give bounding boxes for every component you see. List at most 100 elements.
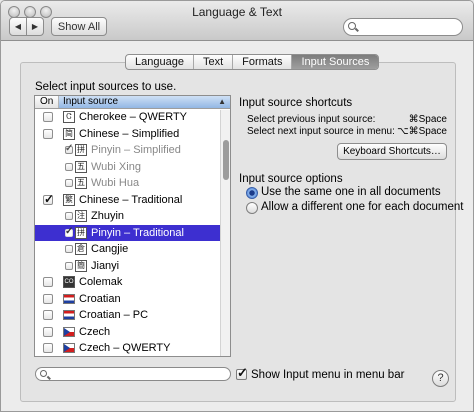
czech-flag-icon: [63, 326, 75, 337]
list-item[interactable]: 五 Wubi Xing: [35, 159, 230, 176]
show-all-button[interactable]: Show All: [51, 17, 107, 36]
next-source-label: Select next input source in menu:: [247, 126, 395, 137]
enable-checkbox[interactable]: [65, 245, 73, 253]
different-source-label[interactable]: Allow a different one for each document: [261, 201, 463, 213]
show-input-menu-checkbox[interactable]: [236, 365, 248, 381]
enable-checkbox[interactable]: [43, 293, 53, 304]
list-item[interactable]: Czech – QWERTY: [35, 340, 230, 356]
title-bar: Language & Text ◀ ▶ Show All: [1, 1, 473, 41]
list-item-label: Colemak: [79, 276, 123, 288]
list-header: On Input source ▲: [35, 96, 230, 109]
tab-formats[interactable]: Formats: [233, 55, 293, 69]
list-item-label: Pinyin – Traditional: [91, 226, 184, 239]
keyboard-shortcuts-button[interactable]: Keyboard Shortcuts…: [337, 143, 447, 160]
chinese-traditional-icon: 繁: [63, 193, 75, 206]
column-input-source[interactable]: Input source ▲: [59, 96, 230, 108]
list-item[interactable]: CO Colemak: [35, 274, 230, 291]
tab-text[interactable]: Text: [194, 55, 234, 69]
forward-arrow-icon: ▶: [31, 22, 39, 31]
list-item-label: Pinyin – Simplified: [91, 144, 181, 156]
search-field[interactable]: [343, 18, 463, 36]
tab-language[interactable]: Language: [126, 55, 194, 69]
sort-arrow-icon: ▲: [218, 97, 226, 106]
enable-checkbox[interactable]: [43, 192, 54, 206]
chinese-simplified-icon: 简: [63, 127, 75, 140]
cherokee-icon: Ꮳ: [63, 111, 75, 123]
list-item[interactable]: 簡 Jianyi: [35, 258, 230, 275]
list-item[interactable]: 注 Zhuyin: [35, 208, 230, 225]
zhuyin-icon: 注: [75, 210, 87, 222]
list-item[interactable]: 简 Chinese – Simplified: [35, 126, 230, 143]
croatia-flag-icon: [63, 293, 75, 304]
czech-flag-icon: [63, 343, 75, 353]
shortcuts-heading: Input source shortcuts: [239, 97, 353, 109]
help-button[interactable]: ?: [432, 370, 449, 387]
input-source-list: On Input source ▲ Ꮳ Cherokee – QWERTY 简 C…: [34, 95, 231, 357]
wubi-icon: 五: [75, 160, 87, 173]
list-item-label: Chinese – Simplified: [79, 127, 180, 140]
list-scrollbar[interactable]: [220, 110, 230, 356]
tab-bar: Language Text Formats Input Sources: [125, 54, 380, 70]
list-item[interactable]: 五 Wubi Hua: [35, 175, 230, 192]
enable-checkbox[interactable]: [43, 128, 53, 139]
colemak-icon: CO: [63, 276, 75, 288]
list-item[interactable]: 倉 Cangjie: [35, 241, 230, 258]
search-icon: [348, 22, 356, 30]
next-source-shortcut: Select next input source in menu: ⌥⌘Spac…: [247, 126, 447, 137]
list-item-label: Zhuyin: [91, 210, 125, 222]
prev-source-label: Select previous input source:: [247, 114, 376, 125]
show-input-menu-label[interactable]: Show Input menu in menu bar: [251, 369, 404, 381]
list-item-label: Chinese – Traditional: [79, 193, 183, 206]
list-item[interactable]: Czech: [35, 324, 230, 341]
list-item-label: Czech – QWERTY: [79, 342, 171, 354]
list-item-label: Croatian: [79, 292, 121, 305]
enable-checkbox[interactable]: [65, 261, 73, 270]
window: Language & Text ◀ ▶ Show All Language Te…: [0, 0, 474, 412]
list-item-selected[interactable]: 拼 Pinyin – Traditional: [35, 224, 230, 241]
same-source-label[interactable]: Use the same one in all documents: [261, 186, 441, 198]
list-item-label: Wubi Hua: [91, 177, 140, 189]
enable-checkbox[interactable]: [43, 326, 53, 337]
jianyi-icon: 簡: [75, 259, 87, 272]
column-input-source-label: Input source: [63, 96, 119, 107]
options-heading: Input source options: [239, 173, 343, 185]
source-filter-input[interactable]: [50, 368, 226, 380]
list-item[interactable]: 拼 Pinyin – Simplified: [35, 142, 230, 159]
search-input[interactable]: [360, 20, 458, 34]
pinyin-icon: 拼: [75, 226, 87, 239]
different-source-radio[interactable]: [246, 202, 258, 214]
column-on[interactable]: On: [35, 96, 59, 108]
list-rows: Ꮳ Cherokee – QWERTY 简 Chinese – Simplifi…: [35, 109, 230, 356]
enable-checkbox[interactable]: [65, 162, 73, 171]
scrollbar-thumb[interactable]: [223, 140, 229, 180]
select-sources-heading: Select input sources to use.: [35, 81, 177, 93]
list-item[interactable]: Croatian: [35, 291, 230, 308]
enable-checkbox[interactable]: [65, 143, 73, 154]
enable-checkbox[interactable]: [43, 112, 53, 122]
next-source-key: ⌥⌘Space: [397, 126, 447, 137]
enable-checkbox[interactable]: [43, 277, 53, 287]
croatia-flag-icon: [63, 310, 75, 320]
pinyin-icon: 拼: [75, 144, 87, 156]
back-button[interactable]: ◀: [9, 17, 27, 36]
list-item[interactable]: 繁 Chinese – Traditional: [35, 192, 230, 209]
list-item[interactable]: Ꮳ Cherokee – QWERTY: [35, 109, 230, 126]
cangjie-icon: 倉: [75, 243, 87, 255]
list-item-label: Croatian – PC: [79, 309, 149, 321]
back-arrow-icon: ◀: [14, 22, 22, 31]
wubi-icon: 五: [75, 177, 87, 189]
list-item-label: Wubi Xing: [91, 160, 141, 173]
enable-checkbox[interactable]: [65, 179, 73, 187]
enable-checkbox[interactable]: [43, 310, 53, 320]
source-filter-field[interactable]: [35, 367, 231, 381]
prev-source-key: ⌘Space: [408, 114, 447, 125]
enable-checkbox[interactable]: [65, 226, 73, 237]
tab-input-sources[interactable]: Input Sources: [292, 55, 379, 69]
prev-source-shortcut: Select previous input source: ⌘Space: [247, 114, 447, 125]
enable-checkbox[interactable]: [65, 212, 73, 220]
forward-button[interactable]: ▶: [26, 17, 44, 36]
same-source-radio[interactable]: [246, 187, 258, 199]
list-item-label: Cangjie: [91, 243, 129, 255]
list-item[interactable]: Croatian – PC: [35, 307, 230, 324]
enable-checkbox[interactable]: [43, 343, 53, 353]
